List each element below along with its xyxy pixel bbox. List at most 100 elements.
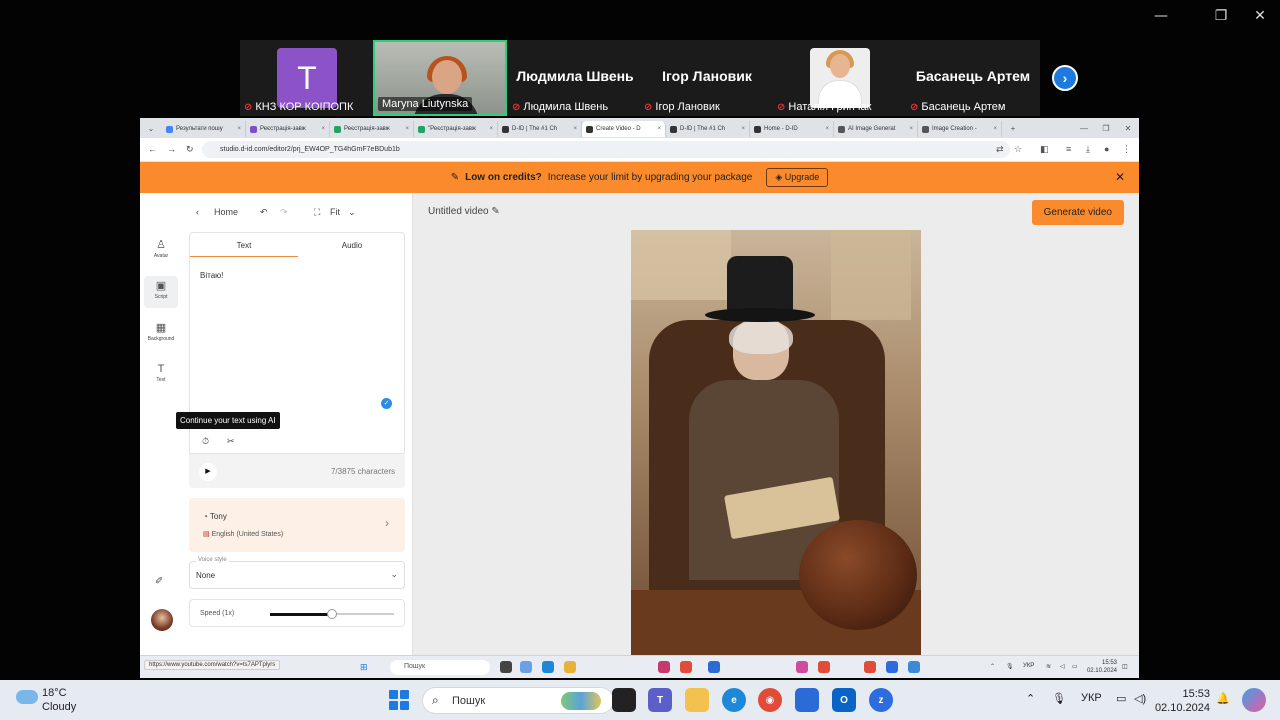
browser-tab[interactable]: D-ID | The #1 Ch × [666, 121, 750, 137]
fit-icon[interactable]: ⛶ [314, 207, 320, 218]
outlook-icon[interactable]: O [832, 688, 856, 712]
notification-bell-icon[interactable]: 🔔 [1216, 692, 1230, 705]
mic-icon[interactable]: 🎙 [1052, 692, 1066, 705]
voice-style-select[interactable]: None ⌄ [189, 561, 405, 589]
participant-tile[interactable]: ⊘ Наталія Гринчак [773, 40, 907, 116]
forward-icon[interactable]: → [167, 144, 176, 154]
media-icon[interactable]: ≡ [1066, 144, 1071, 154]
translate-icon[interactable]: ⇄ [996, 144, 1004, 155]
weather-temp[interactable]: 18°C [42, 687, 67, 699]
chrome-icon[interactable]: ◉ [758, 688, 782, 712]
more-menu-icon[interactable]: ⋮ [1122, 144, 1131, 155]
file-explorer-icon[interactable] [685, 688, 709, 712]
url-field[interactable]: studio.d-id.com/editor2/prj_EW4OP_TG4hGm… [202, 141, 1010, 158]
tab-menu-icon[interactable]: ⌄ [140, 124, 162, 133]
browser-tab[interactable]: Image Creation - × [918, 121, 1002, 137]
speed-slider[interactable] [270, 609, 394, 619]
pause-timer-icon[interactable]: ⏱ [202, 436, 209, 447]
minimize-icon[interactable]: — [1146, 8, 1176, 24]
participant-tile[interactable]: T ⊘ КНЗ КОР КОІПОПК [240, 40, 374, 116]
start-icon[interactable] [389, 690, 409, 710]
participant-tile[interactable]: Басанець Артем ⊘ Басанець Артем [906, 40, 1040, 116]
cloud-icon[interactable] [16, 690, 38, 704]
copilot-icon[interactable] [520, 661, 532, 673]
rail-item-background[interactable]: ▦ Background [144, 318, 178, 350]
browser-tab[interactable]: Create Video - D × [582, 121, 666, 137]
app-icon[interactable] [908, 661, 920, 673]
rail-item-script[interactable]: ▣ Script [144, 276, 178, 308]
speaker-icon[interactable]: ◁) [1134, 692, 1146, 705]
browser-tab[interactable]: Home - D-ID × [750, 121, 834, 137]
weather-desc[interactable]: Cloudy [42, 701, 76, 713]
ai-continue-icon[interactable]: ✂ [227, 436, 235, 447]
restore-icon[interactable]: ❐ [1206, 8, 1236, 24]
inner-clock[interactable]: 15:53 02.10.2024 [1087, 659, 1117, 675]
inner-lang[interactable]: УКР [1023, 663, 1034, 669]
tab-close-icon[interactable]: × [825, 126, 829, 132]
user-avatar[interactable] [151, 609, 173, 631]
battery-icon[interactable]: ▭ [1072, 663, 1078, 670]
edge-icon[interactable]: e [722, 688, 746, 712]
tab-close-icon[interactable]: × [657, 126, 661, 132]
tab-audio[interactable]: Audio [298, 241, 406, 256]
zoom-icon[interactable] [886, 661, 898, 673]
rail-item-avatar[interactable]: ♙ Avatar [144, 235, 178, 267]
generate-video-button[interactable]: Generate video [1031, 200, 1124, 225]
inner-search[interactable]: Пошук [390, 660, 490, 675]
app-icon[interactable] [658, 661, 670, 673]
tab-close-icon[interactable]: × [405, 126, 409, 132]
participant-tile-active[interactable]: Maryna Liutynska [373, 40, 507, 116]
taskbar-search[interactable]: ⌕ Пошук [422, 687, 614, 714]
speaker-icon[interactable]: ◁ [1060, 663, 1065, 670]
browser-tab[interactable]: Реєстрація-завж × [246, 121, 330, 137]
video-title[interactable]: Untitled video [428, 206, 489, 217]
browser-tab[interactable]: "Реєстрація-завж × [414, 121, 498, 137]
play-icon[interactable]: ▶ [199, 463, 217, 481]
undo-icon[interactable]: ↶ [260, 207, 268, 218]
extensions-icon[interactable]: ◧ [1040, 144, 1049, 155]
script-textarea[interactable]: Вітаю! [200, 271, 223, 280]
rail-item-text[interactable]: T Text [144, 360, 178, 392]
home-link[interactable]: Home [214, 207, 238, 217]
close-icon[interactable]: ✕ [1117, 124, 1139, 133]
tab-close-icon[interactable]: × [489, 126, 493, 132]
next-page-button[interactable]: › [1052, 65, 1078, 91]
app-icon[interactable] [796, 661, 808, 673]
participant-tile[interactable]: Ігор Лановик ⊘ Ігор Лановик [640, 40, 774, 116]
notification-icon[interactable]: ◫ [1122, 663, 1128, 670]
brush-icon[interactable]: ✐ [155, 576, 163, 587]
tab-close-icon[interactable]: × [321, 126, 325, 132]
network-icon[interactable]: ▭ [1116, 692, 1126, 705]
edit-pencil-icon[interactable]: ✎ [491, 206, 499, 217]
upgrade-button[interactable]: ◈ Upgrade [766, 168, 829, 187]
start-icon[interactable]: ⊞ [360, 662, 368, 673]
back-icon[interactable]: ← [148, 144, 157, 154]
tab-close-icon[interactable]: × [741, 126, 745, 132]
taskbar-clock[interactable]: 15:53 02.10.2024 [1155, 687, 1210, 715]
chrome-icon[interactable] [818, 661, 830, 673]
browser-tab[interactable]: AI Image Generat × [834, 121, 918, 137]
chrome-icon[interactable] [864, 661, 876, 673]
teams-icon[interactable]: T [648, 688, 672, 712]
browser-tab[interactable]: D-ID | The #1 Ch × [498, 121, 582, 137]
tab-close-icon[interactable]: × [909, 126, 913, 132]
profile-icon[interactable]: ● [1104, 144, 1109, 154]
restore-icon[interactable]: ❐ [1095, 124, 1117, 133]
browser-tab[interactable]: Реєстрація-завж × [330, 121, 414, 137]
bookmark-star-icon[interactable]: ☆ [1014, 144, 1022, 155]
download-icon[interactable]: ⤓ [1086, 144, 1090, 155]
tray-chevron-icon[interactable]: ⌃ [990, 663, 995, 670]
chrome-icon[interactable] [680, 661, 692, 673]
voice-selector[interactable]: ◔ Tony ▤ English (United States) › [189, 498, 405, 552]
app-icon[interactable] [708, 661, 720, 673]
chevron-left-icon[interactable]: ‹ [196, 207, 199, 217]
close-icon[interactable]: ✕ [1245, 8, 1275, 24]
tab-close-icon[interactable]: × [993, 126, 997, 132]
language-indicator[interactable]: УКР [1081, 692, 1102, 704]
minimize-icon[interactable]: — [1073, 124, 1095, 133]
tray-chevron-icon[interactable]: ⌃ [1026, 692, 1035, 705]
tab-close-icon[interactable]: × [573, 126, 577, 132]
browser-tab[interactable]: Результати пошу × [162, 121, 246, 137]
reload-icon[interactable]: ↻ [186, 144, 194, 155]
edge-icon[interactable] [542, 661, 554, 673]
